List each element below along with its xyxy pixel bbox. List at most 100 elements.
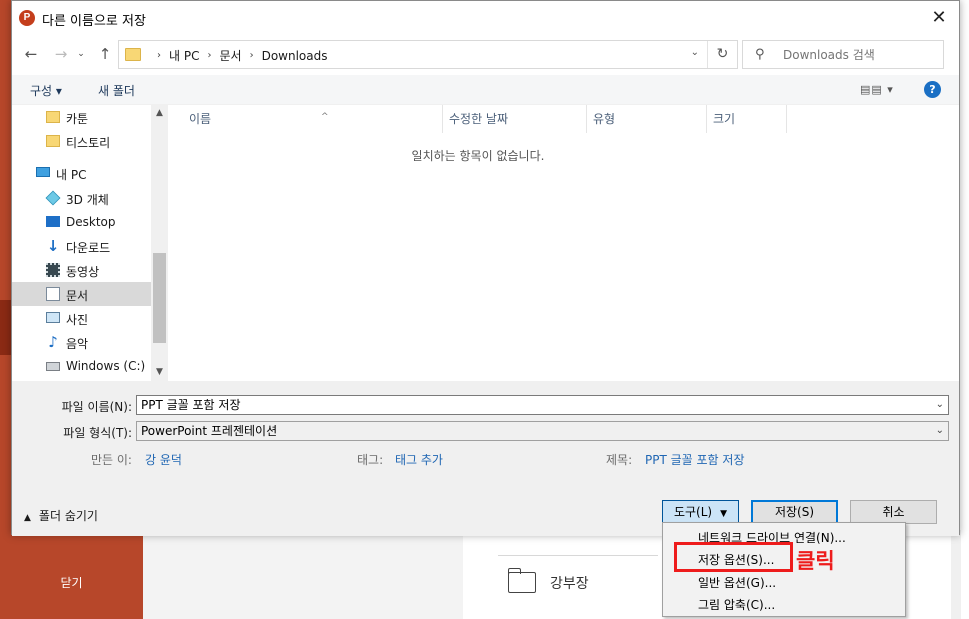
hide-folders-label: 폴더 숨기기 [38,509,98,523]
scroll-down-icon[interactable]: ▼ [151,364,168,381]
backstage-selected-marker [0,300,11,355]
breadcrumb-item[interactable]: Downloads [262,49,328,63]
view-options-icon[interactable]: ▤▤ ▾ [860,83,894,96]
column-header-label: 이름 [189,112,212,126]
backstage-scrollbar[interactable] [951,530,961,619]
dialog-titlebar: P 다른 이름으로 저장 ✕ [12,1,959,35]
sidebar-item-tistory[interactable]: 티스토리 [12,129,151,153]
filename-label: 파일 이름(N): [61,400,132,414]
chevron-right-icon[interactable]: › [207,50,211,61]
column-header-type[interactable]: 유형 [587,105,707,133]
search-box[interactable]: ⚲ [742,40,944,69]
chevron-down-icon[interactable]: ⌄ [936,396,944,414]
save-button[interactable]: 저장(S) [751,500,838,524]
sort-ascending-icon: ^ [321,112,329,122]
chevron-down-icon[interactable]: ⌄ [936,422,944,440]
breadcrumb-item[interactable]: 문서 [219,47,241,64]
breadcrumb-item[interactable]: 내 PC [169,47,199,64]
sidebar-scrollbar[interactable]: ▲ ▼ [151,105,168,381]
tags-value[interactable]: 태그 추가 [395,451,443,468]
hide-folders-button[interactable]: ▲ 폴더 숨기기 [24,507,98,524]
sidebar-item-label: 티스토리 [66,136,111,150]
title-label: 제목: [606,453,633,467]
sidebar-item-downloads[interactable]: ↓ 다운로드 [12,234,151,258]
recent-locations-chevron-icon[interactable]: ⌄ [74,44,88,64]
title-value[interactable]: PPT 글꼴 포함 저장 [645,451,745,468]
author-value[interactable]: 강 윤덕 [145,451,182,468]
folder-icon [46,111,60,123]
filename-field[interactable]: PPT 글꼴 포함 저장 ⌄ [136,395,949,415]
picture-icon [46,312,60,323]
organize-button[interactable]: 구성 ▾ [30,82,62,99]
forward-arrow-icon[interactable]: → [50,44,72,64]
sidebar-item-label: 카툰 [66,112,89,126]
save-options-panel: 파일 이름(N): PPT 글꼴 포함 저장 ⌄ 파일 형식(T): Power… [12,381,959,536]
command-bar: 구성 ▾ 새 폴더 ▤▤ ▾ ? [12,75,959,105]
column-header-date[interactable]: 수정한 날짜 [443,105,587,133]
filename-value: PPT 글꼴 포함 저장 [141,398,241,412]
folder-icon [125,48,141,61]
file-list: ^ 이름 수정한 날짜 유형 크기 일치하는 항목이 없습니다. [168,105,959,381]
sidebar-item-pictures[interactable]: 사진 [12,306,151,330]
chevron-up-icon: ▲ [24,513,31,523]
backstage-panel [143,535,463,619]
desktop-icon [46,216,60,227]
tags-label: 태그: [357,453,384,467]
chevron-right-icon[interactable]: › [250,50,254,61]
sidebar-item-label: Windows (C:) [66,359,146,373]
backstage-folder-item[interactable]: 강부장 [498,560,668,606]
sidebar-item-videos[interactable]: 동영상 [12,258,151,282]
menu-item-general-options[interactable]: 일반 옵션(G)... [698,574,776,591]
cancel-button[interactable]: 취소 [850,500,937,524]
folder-icon [508,568,536,593]
address-bar[interactable]: › 내 PC › 문서 › Downloads ⌄ ↻ [118,40,738,69]
tools-button[interactable]: 도구(L) ▼ [662,500,739,524]
sidebar-item-windows-drive[interactable]: Windows (C:) [12,354,151,378]
sidebar-item-music[interactable]: ♪ 음악 [12,330,151,354]
scroll-up-icon[interactable]: ▲ [151,105,168,122]
tools-label: 도구(L) [673,505,713,519]
video-icon [46,263,60,277]
close-icon[interactable]: ✕ [927,7,951,29]
sidebar-item-documents[interactable]: 문서 [12,282,151,306]
music-icon: ♪ [48,333,58,351]
computer-icon [36,167,50,177]
back-arrow-icon[interactable]: ← [20,44,42,64]
document-icon [46,287,60,301]
sidebar-item-desktop[interactable]: Desktop [12,210,151,234]
sidebar-item-this-pc[interactable]: 내 PC [12,161,151,185]
up-arrow-icon[interactable]: ↑ [94,44,116,64]
filetype-select[interactable]: PowerPoint 프레젠테이션 ⌄ [136,421,949,441]
new-folder-button[interactable]: 새 폴더 [98,82,135,99]
annotation-click-label: 클릭 [796,549,835,573]
sidebar-item-label: 음악 [66,337,89,351]
menu-item-compress-pictures[interactable]: 그림 압축(C)... [698,596,775,613]
folder-icon [46,135,60,147]
navigation-bar: ← → ⌄ ↑ › 내 PC › 문서 › Downloads ⌄ ↻ ⚲ [12,35,959,75]
cube-icon [45,190,61,206]
scrollbar-thumb[interactable] [153,253,166,343]
refresh-icon[interactable]: ↻ [707,41,737,68]
backstage-close-button[interactable]: 닫기 [0,565,143,601]
download-icon: ↓ [46,237,60,255]
sidebar-item-label: 다운로드 [66,241,111,255]
sidebar-item-label: Desktop [66,215,116,229]
filetype-value: PowerPoint 프레젠테이션 [141,424,278,438]
search-input[interactable] [783,45,938,65]
filetype-label: 파일 형식(T): [63,426,132,440]
author-label: 만든 이: [91,453,132,467]
drive-icon [46,362,60,371]
sidebar-item-cartoon[interactable]: 카툰 [12,105,151,129]
sidebar-item-3d-objects[interactable]: 3D 개체 [12,186,151,210]
column-header-name[interactable]: ^ 이름 [183,105,443,133]
empty-message: 일치하는 항목이 없습니다. [411,149,545,163]
annotation-highlight-box [674,542,793,572]
chevron-down-icon[interactable]: ⌄ [691,47,699,58]
column-header-size[interactable]: 크기 [707,105,787,133]
save-as-dialog: P 다른 이름으로 저장 ✕ ← → ⌄ ↑ › 내 PC › 문서 › Dow… [11,0,960,536]
chevron-right-icon: › [157,50,161,61]
sidebar-item-label: 사진 [66,313,89,327]
powerpoint-icon: P [19,10,35,26]
help-icon[interactable]: ? [924,81,941,98]
chevron-down-icon: ▼ [720,509,728,519]
